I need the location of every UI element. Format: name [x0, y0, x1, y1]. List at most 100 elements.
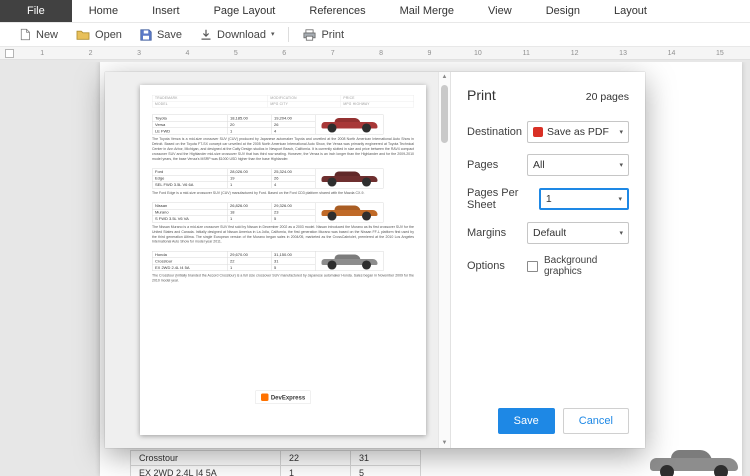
table-cell: 1	[227, 182, 271, 189]
car-photo-cell	[316, 168, 384, 188]
background-car-table: Crosstour2231EX 2WD 2.4L I4 5A15	[130, 450, 421, 476]
tab-design[interactable]: Design	[529, 0, 597, 22]
car-wheel	[327, 124, 336, 133]
car-wheel	[327, 260, 336, 269]
horizontal-ruler[interactable]: 1 2 3 4 5 6 7 8 9 10 11 12 13 14 15	[0, 47, 750, 60]
table-row: S FWD 3.5L V6 VA15	[152, 216, 315, 223]
background-graphics-label: Background graphics	[544, 255, 629, 277]
download-button-label: Download	[217, 29, 266, 41]
devexpress-logo-icon	[261, 394, 269, 402]
options-label: Options	[467, 260, 505, 272]
pages-select[interactable]: All ▾	[527, 154, 629, 176]
car-photo	[321, 117, 377, 132]
table-cell: Crosstour	[131, 451, 281, 466]
car-description: The Ford Edge is a mid-size crossover SU…	[152, 191, 414, 196]
print-preview-pane: TrademarkModificationPriceModelMPG CityM…	[105, 72, 450, 448]
table-cell: Model	[152, 101, 267, 107]
dialog-save-button[interactable]: Save	[498, 408, 555, 434]
table-cell: 5	[351, 466, 421, 476]
tab-page-layout[interactable]: Page Layout	[197, 0, 293, 22]
table-cell: MPG Highway	[341, 101, 414, 107]
car-data-table: Nissan26,826.0029,326.00Murano1823S FWD …	[152, 202, 316, 222]
field-headers-table: TrademarkModificationPriceModelMPG CityM…	[152, 95, 414, 108]
margins-select[interactable]: Default ▾	[527, 222, 629, 244]
dialog-cancel-button[interactable]: Cancel	[563, 408, 629, 434]
destination-select[interactable]: Save as PDF ▾	[527, 121, 629, 143]
save-button-label: Save	[157, 29, 182, 41]
open-button[interactable]: Open	[67, 27, 131, 43]
car-photo-cell	[316, 202, 384, 222]
car-wheel	[362, 124, 371, 133]
tab-references[interactable]: References	[292, 0, 382, 22]
table-cell: EX 2WD 2.4L I4 5A	[131, 466, 281, 476]
car-description: The Crosstour (initially branded the Acc…	[152, 274, 414, 284]
car-section: Honda29,670.0031,150.00Crosstour2231EX 2…	[152, 251, 414, 283]
new-button-label: New	[36, 29, 58, 41]
table-cell: 1	[281, 466, 351, 476]
new-button[interactable]: New	[10, 26, 67, 43]
tab-stop-selector[interactable]	[5, 49, 14, 58]
pages-per-sheet-select[interactable]: 1 ▾	[539, 188, 629, 210]
car-photo-cell	[316, 251, 384, 271]
car-wheel	[714, 465, 728, 476]
table-cell: SEL FWD 3.5L V6 6A	[152, 182, 227, 189]
table-row: ModelMPG CityMPG Highway	[152, 101, 414, 107]
scroll-up-icon[interactable]: ▲	[442, 74, 448, 80]
table-cell: MPG City	[268, 101, 341, 107]
chevron-down-icon[interactable]: ▾	[271, 31, 275, 38]
open-folder-icon	[76, 29, 90, 41]
margins-value: Default	[533, 227, 566, 239]
car-photo	[650, 448, 738, 476]
ruler-numbers: 1 2 3 4 5 6 7 8 9 10 11 12 13 14 15	[18, 47, 744, 59]
car-wheel	[327, 177, 336, 186]
pages-per-sheet-label: Pages Per Sheet	[467, 187, 539, 211]
open-button-label: Open	[95, 29, 122, 41]
tab-layout[interactable]: Layout	[597, 0, 664, 22]
scrollbar-thumb[interactable]	[441, 85, 448, 143]
preview-scrollbar[interactable]: ▲ ▼	[438, 72, 450, 448]
table-cell: 22	[281, 451, 351, 466]
table-cell: 4	[271, 128, 315, 135]
pages-per-sheet-value: 1	[546, 193, 552, 205]
pages-per-sheet-row: Pages Per Sheet 1 ▾	[467, 187, 629, 211]
ruler-number: 12	[550, 47, 598, 59]
chevron-down-icon: ▾	[619, 129, 623, 136]
pages-count: 20 pages	[586, 91, 629, 103]
new-document-icon	[19, 28, 31, 41]
chevron-down-icon: ▾	[619, 162, 623, 169]
print-preview-page: TrademarkModificationPriceModelMPG CityM…	[140, 85, 426, 435]
options-row: Options Background graphics	[467, 255, 629, 277]
document-canvas: Crosstour2231EX 2WD 2.4L I4 5A15 Tradema…	[0, 62, 750, 476]
table-cell: 1	[227, 216, 271, 223]
tab-view[interactable]: View	[471, 0, 529, 22]
car-data-table: Honda29,670.0031,150.00Crosstour2231EX 2…	[152, 251, 316, 271]
background-graphics-checkbox[interactable]	[527, 261, 538, 272]
tab-file[interactable]: File	[0, 0, 72, 22]
table-row: EX 2WD 2.4L I4 5A15	[131, 466, 421, 476]
tab-insert[interactable]: Insert	[135, 0, 197, 22]
ruler-number: 8	[357, 47, 405, 59]
save-floppy-icon	[140, 29, 152, 41]
print-dialog: TrademarkModificationPriceModelMPG CityM…	[105, 72, 645, 448]
tab-mail-merge[interactable]: Mail Merge	[383, 0, 471, 22]
car-section: Nissan26,826.0029,326.00Murano1823S FWD …	[152, 202, 414, 244]
car-photo	[321, 205, 377, 220]
ruler-number: 7	[308, 47, 356, 59]
ruler-number: 14	[647, 47, 695, 59]
destination-value: Save as PDF	[547, 126, 609, 138]
download-icon	[200, 29, 212, 41]
rich-text-editor-app: File Home Insert Page Layout References …	[0, 0, 750, 476]
car-wheel	[660, 465, 674, 476]
toolbar-separator	[288, 27, 289, 42]
scroll-down-icon[interactable]: ▼	[442, 440, 448, 446]
download-button[interactable]: Download ▾	[191, 27, 283, 43]
car-section: Toyota18,185.0019,204.00Versa2026LE FWD1…	[152, 115, 414, 162]
table-cell: 1	[227, 128, 271, 135]
ruler-number: 4	[163, 47, 211, 59]
ruler-number: 2	[66, 47, 114, 59]
table-row: EX 2WD 2.4L I4 5A15	[152, 264, 315, 271]
save-button[interactable]: Save	[131, 27, 191, 43]
tab-home[interactable]: Home	[72, 0, 135, 22]
ribbon-tab-bar: File Home Insert Page Layout References …	[0, 0, 750, 23]
print-button[interactable]: Print	[294, 27, 353, 43]
